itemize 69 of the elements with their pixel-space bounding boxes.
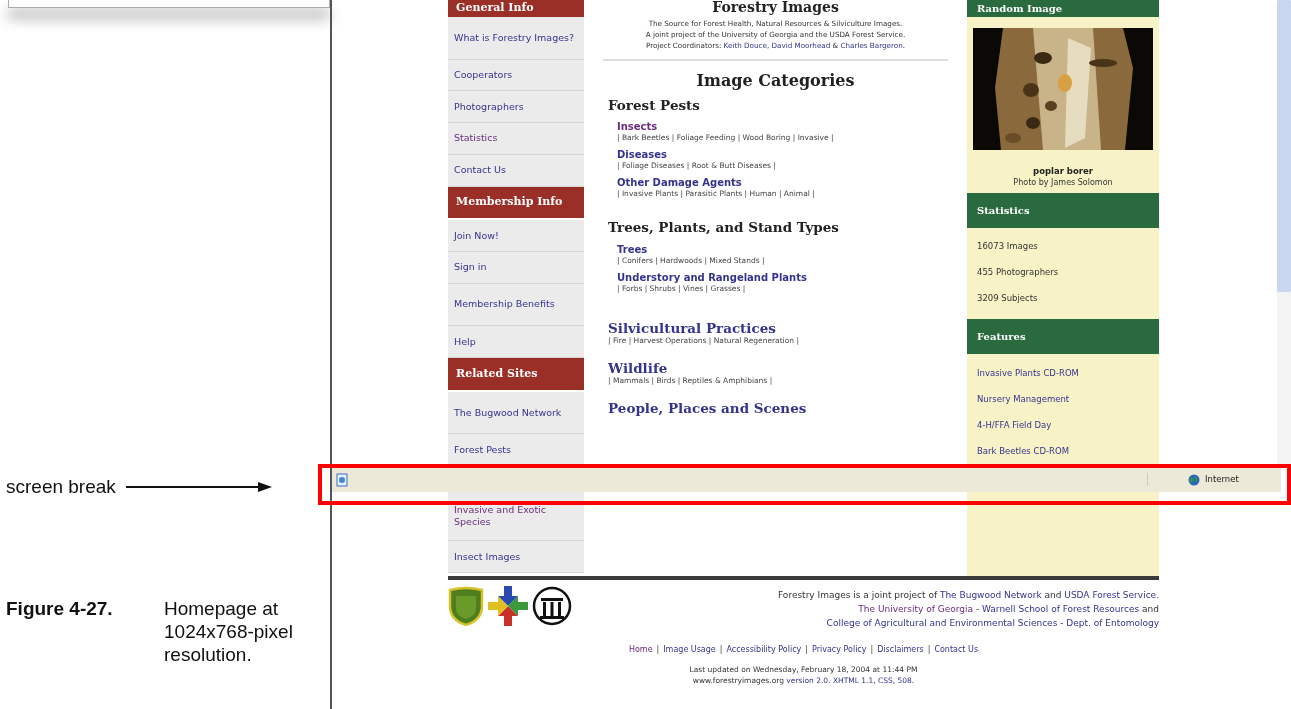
footer-link[interactable]: Contact Us [934,644,979,656]
statistic-text: 16073 Images [977,240,1039,253]
footer-link[interactable]: Accessibility Policy [726,644,802,656]
footer-text: Forestry Images is a joint project of The Bugwood Network and USDA Forest Service. [778,589,1159,602]
nav-link[interactable]: Insect Images [448,541,584,573]
link[interactable]: USDA Forest Service. [1064,590,1159,600]
arch-icon [532,586,572,626]
category-link[interactable]: Silvicultural Practices [608,319,967,336]
category-link[interactable]: Other Damage Agents [617,177,967,190]
feature-link[interactable]: Bark Beetles CD-ROM [977,445,1149,458]
section-title: Image Categories [696,70,855,92]
statistic-text: 455 Photographers [977,266,1060,279]
page-icon [336,472,348,487]
separator-text: | [927,644,931,656]
link[interactable]: Warnell School of Forest Resources [982,604,1140,614]
annotation-label: screen break [6,475,116,499]
nav-link[interactable]: Join Now! [448,220,584,252]
nav-link[interactable]: Statistics [448,123,584,155]
nav-link[interactable]: Forest Pests [448,434,584,467]
separator-text: | [870,644,874,656]
feature-link[interactable]: 4-H/FFA Field Day [977,419,1149,432]
category-link[interactable]: Understory and Rangeland Plants [617,271,967,284]
nav-header: Related Sites [448,358,584,392]
scrollbar[interactable] [1277,0,1291,466]
shield-icon [448,586,484,626]
panel-header: Random Image [967,0,1159,17]
panel-header: Statistics [967,193,1159,228]
feature-link[interactable]: Invasive Plants CD-ROM [977,367,1149,380]
nav-header: Membership Info [448,186,584,221]
image-caption: poplar borer [1032,166,1094,177]
statistic-text: 3209 Subjects [977,292,1039,305]
category-link[interactable]: Trees [617,243,967,256]
separator-text: | [805,644,808,656]
globe-icon [1188,473,1200,486]
separator-text: | [656,644,660,656]
arrow-icon [125,481,272,494]
footer-link[interactable]: Privacy Policy [811,644,867,656]
category-heading: Forest Pests [608,96,701,115]
nav-link[interactable]: Contact Us [448,154,584,187]
footer-link[interactable]: Disclaimers [877,644,924,656]
site-title: Forestry Images [712,0,839,14]
footer-text: The University of Georgia - Warnell School of Forest Resources and [858,603,1159,616]
footer-link[interactable]: Image Usage [663,644,716,656]
footer-link[interactable]: Home [628,644,653,656]
link[interactable]: The University of Georgia [858,604,973,614]
category-link[interactable]: Insects [617,121,967,134]
separator-text: | [719,644,723,656]
figure-caption: Homepage at 1024x768-pixel resolution. [164,596,294,666]
feature-link[interactable]: Nursery Management [977,393,1149,406]
panel-header: Features [967,319,1159,354]
nav-link[interactable]: Sign in [448,251,584,284]
nav-link[interactable]: Membership Benefits [448,283,584,327]
nav-link[interactable]: Cooperators [448,59,584,92]
figure-label: Figure 4-27. [6,596,114,621]
image-credit: Photo by James Solomon [1012,177,1114,188]
nav-header: General Info [448,0,584,19]
category-link[interactable]: Diseases [617,149,967,162]
category-link[interactable]: Wildlife [608,359,967,376]
nav-link[interactable]: The Bugwood Network [448,391,584,435]
link[interactable]: The Bugwood Network [939,590,1042,600]
nav-link[interactable]: Photographers [448,91,584,124]
nav-link[interactable]: Help [448,326,584,358]
category-heading: Trees, Plants, and Stand Types [608,218,840,238]
nav-link[interactable]: What is Forestry Images? [448,17,584,60]
zone-label: Internet [1205,473,1239,486]
category-link[interactable]: People, Places and Scenes [608,399,967,416]
arrows-icon [488,586,528,626]
link[interactable]: College of Agricultural and Environmental Sciences - Dept. of Entomology [826,616,1159,630]
nav-link[interactable]: Invasive and Exotic Species [448,492,584,541]
